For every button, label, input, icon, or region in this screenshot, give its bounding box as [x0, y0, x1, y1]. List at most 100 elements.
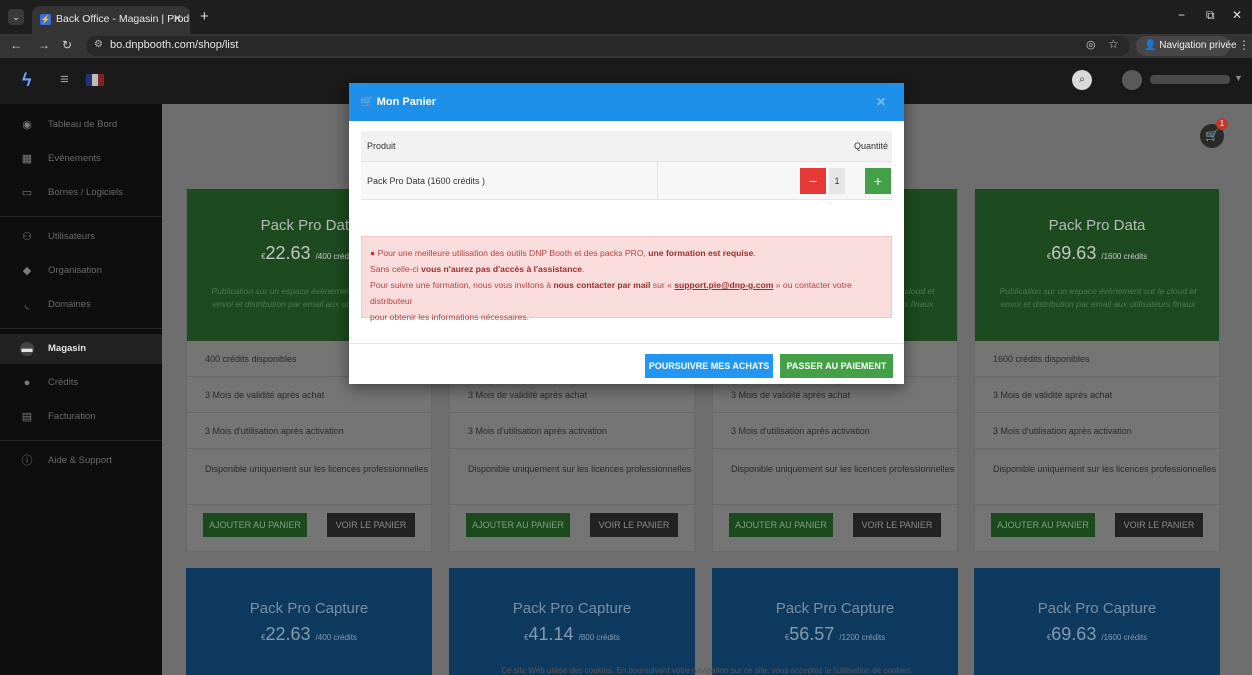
- card-credits: 1600 crédits disponibles: [975, 341, 1219, 377]
- sidebar-item-label: Magasin: [48, 343, 87, 354]
- price-unit: /800 crédits: [578, 633, 620, 642]
- cart-icon: 🛒: [360, 96, 377, 108]
- add-to-cart-button[interactable]: AJOUTER AU PANIER: [466, 513, 570, 537]
- search-icon[interactable]: ⌕: [1072, 70, 1092, 90]
- sidebar-item-label: Aide & Support: [48, 455, 112, 466]
- price-unit: /400 crédits: [315, 633, 357, 642]
- sidebar-item-label: Domaines: [48, 299, 91, 310]
- alert-line-2: Sans celle-ci vous n'aurez pas d'accès à…: [370, 261, 883, 277]
- users-icon: ⚇: [22, 231, 32, 243]
- alert-text: Pour une meilleure utilisation des outil…: [377, 248, 649, 258]
- browser-tab[interactable]: ⚡ Back Office - Magasin | Produit ✕: [32, 6, 190, 34]
- tag-icon: ◆: [22, 265, 32, 277]
- table-header: Produit Quantité: [361, 131, 892, 162]
- view-cart-button[interactable]: VOIR LE PANIER: [327, 513, 415, 537]
- view-cart-button[interactable]: VOIR LE PANIER: [853, 513, 941, 537]
- alert-text: .: [582, 264, 585, 274]
- close-icon[interactable]: ✕: [876, 83, 886, 121]
- alert-bold: vous n'aurez pas d'accès à l'assistance: [421, 264, 583, 274]
- sidebar-item-organisation[interactable]: ◆ Organisation: [0, 256, 162, 286]
- site-info-icon[interactable]: ⚙: [94, 39, 103, 50]
- support-email-link[interactable]: support.pie@dnp-g.com: [674, 280, 773, 290]
- decrease-quantity-button[interactable]: −: [800, 168, 826, 194]
- card-price: €22.63 /400 crédits: [186, 624, 432, 645]
- card-usage: 3 Mois d'utilisation après activation: [975, 413, 1219, 449]
- user-name[interactable]: [1150, 75, 1230, 84]
- price-value: 69.63: [1051, 624, 1097, 644]
- product-card-capture: Pack Pro Capture €69.63 /1600 crédits: [974, 568, 1220, 675]
- sidebar-item-help[interactable]: ⓘ Aide & Support: [0, 446, 162, 476]
- sidebar-item-credits[interactable]: ● Crédits: [0, 368, 162, 398]
- close-window-icon[interactable]: ✕: [1232, 8, 1242, 22]
- sidebar-item-shop[interactable]: ▬ Magasin: [0, 334, 162, 364]
- store-icon: ▬: [20, 342, 34, 356]
- price-value: 69.63: [1051, 243, 1097, 263]
- sidebar-item-billing[interactable]: ▤ Facturation: [0, 402, 162, 432]
- view-cart-button[interactable]: VOIR LE PANIER: [1115, 513, 1203, 537]
- card-licence: Disponible uniquement sur les licences p…: [713, 449, 957, 505]
- sidebar-item-events[interactable]: ▦ Evénements: [0, 144, 162, 174]
- restore-icon[interactable]: ⧉: [1206, 8, 1215, 23]
- tab-search-icon[interactable]: ⌄: [8, 9, 24, 25]
- sidebar-divider: [0, 216, 162, 217]
- private-mode-badge[interactable]: 👤 Navigation privée: [1136, 36, 1237, 56]
- alert-bold: une formation est requise: [648, 248, 754, 258]
- private-label: Navigation privée: [1159, 40, 1237, 51]
- dashboard-icon: ◉: [22, 119, 32, 131]
- url-text: bo.dnpbooth.com/shop/list: [110, 39, 239, 51]
- sidebar-item-domains[interactable]: ◟ Domaines: [0, 290, 162, 320]
- alert-line-3: Pour suivre une formation, nous vous inv…: [370, 277, 883, 309]
- sidebar-item-label: Evénements: [48, 153, 101, 164]
- card-licence: Disponible uniquement sur les licences p…: [450, 449, 694, 505]
- alert-line-4: pour obtenir les informations nécessaire…: [370, 312, 530, 322]
- add-to-cart-button[interactable]: AJOUTER AU PANIER: [203, 513, 307, 537]
- sidebar-item-label: Organisation: [48, 265, 102, 276]
- alert-text: Sans celle-ci: [370, 264, 422, 274]
- sidebar-item-label: Crédits: [48, 377, 79, 388]
- info-icon: ⓘ: [21, 455, 33, 467]
- card-price: €69.63 /1600 crédits: [975, 243, 1219, 264]
- sidebar-item-label: Facturation: [48, 411, 96, 422]
- card-title: Pack Pro Capture: [249, 600, 369, 617]
- chevron-down-icon[interactable]: ▼: [1234, 73, 1243, 83]
- sidebar-item-users[interactable]: ⚇ Utilisateurs: [0, 222, 162, 252]
- continue-shopping-button[interactable]: POURSUIVRE MES ACHATS: [645, 354, 773, 378]
- address-bar: ← → ↻ ⚙ bo.dnpbooth.com/shop/list ◎ ☆ 👤 …: [0, 34, 1252, 58]
- card-usage: 3 Mois d'utilisation après activation: [187, 413, 431, 449]
- forward-icon[interactable]: →: [38, 38, 50, 52]
- add-to-cart-button[interactable]: AJOUTER AU PANIER: [991, 513, 1095, 537]
- sidebar-item-label: Utilisateurs: [48, 231, 95, 242]
- tab-close-icon[interactable]: ✕: [173, 6, 182, 32]
- card-title: Pack Pro Data: [1048, 217, 1146, 234]
- card-header: Pack Pro Data €69.63 /1600 crédits Publica…: [975, 189, 1219, 341]
- column-header-quantity: Quantité: [853, 141, 888, 151]
- view-cart-button[interactable]: VOIR LE PANIER: [590, 513, 678, 537]
- sidebar-item-label: Tableau de Bord: [48, 119, 118, 130]
- product-name: Pack Pro Data (1600 crédits ): [367, 176, 486, 186]
- avatar[interactable]: [1122, 70, 1142, 90]
- alert-line-1: ● Pour une meilleure utilisation des out…: [370, 245, 883, 261]
- menu-toggle-icon[interactable]: ≡: [60, 71, 69, 88]
- bookmark-star-icon[interactable]: ☆: [1108, 37, 1119, 51]
- cart-count-badge: 1: [1216, 118, 1228, 130]
- new-tab-icon[interactable]: +: [200, 8, 209, 25]
- sidebar-item-devices[interactable]: ▭ Bornes / Logiciels: [0, 178, 162, 208]
- card-title: Pack Pro Capture: [512, 600, 632, 617]
- browser-menu-icon[interactable]: ⋮: [1238, 38, 1250, 52]
- url-field[interactable]: ⚙ bo.dnpbooth.com/shop/list: [86, 36, 1130, 56]
- logo-icon[interactable]: ϟ: [22, 70, 32, 91]
- reload-icon[interactable]: ↻: [62, 38, 72, 52]
- training-alert: ● Pour une meilleure utilisation des out…: [361, 236, 892, 322]
- price-value: 56.57: [789, 624, 835, 644]
- increase-quantity-button[interactable]: +: [865, 168, 891, 194]
- french-flag-icon[interactable]: [86, 74, 104, 86]
- alert-text: .: [753, 248, 756, 258]
- tab-title: Back Office - Magasin | Produit: [56, 13, 190, 25]
- add-to-cart-button[interactable]: AJOUTER AU PANIER: [729, 513, 833, 537]
- eye-off-icon[interactable]: ◎: [1086, 38, 1096, 51]
- checkout-button[interactable]: PASSER AU PAIEMENT: [780, 354, 893, 378]
- sidebar-item-dashboard[interactable]: ◉ Tableau de Bord: [0, 110, 162, 140]
- minimize-icon[interactable]: −: [1178, 8, 1185, 22]
- back-icon[interactable]: ←: [10, 38, 22, 52]
- price-value: 22.63: [265, 243, 311, 263]
